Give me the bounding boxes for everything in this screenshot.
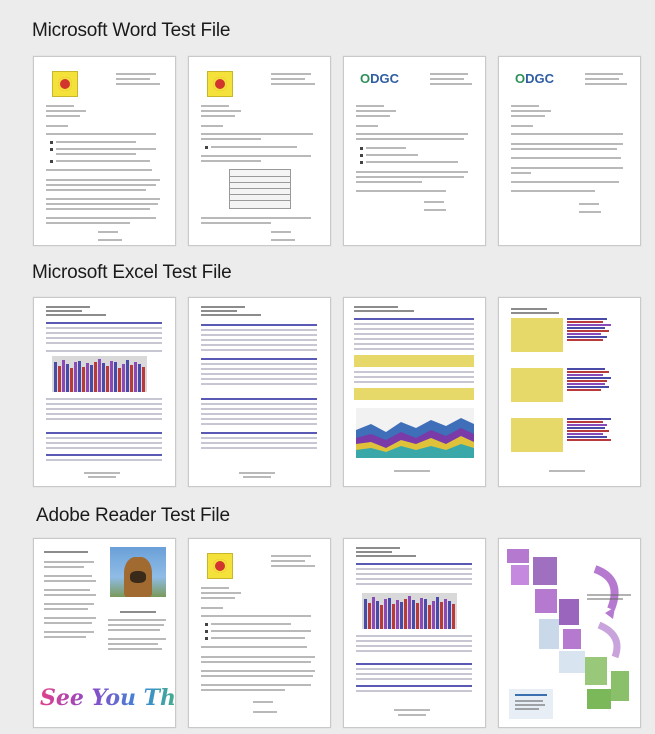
- dgc-logo: ODGC: [360, 71, 400, 86]
- data-table: [229, 169, 291, 209]
- word-thumbnail-4[interactable]: ODGC: [498, 56, 641, 246]
- flowchart-diagram: [507, 549, 631, 719]
- word-thumbnail-1[interactable]: [33, 56, 176, 246]
- adobe-thumbnail-4[interactable]: [498, 538, 641, 728]
- adobe-thumbnail-3[interactable]: [343, 538, 486, 728]
- word-thumbnail-3[interactable]: ODGC: [343, 56, 486, 246]
- excel-thumbnail-1[interactable]: [33, 297, 176, 487]
- company-logo: [207, 71, 233, 97]
- bar-chart: [52, 356, 147, 392]
- section-title-word: Microsoft Word Test File: [32, 20, 231, 41]
- company-logo: [207, 553, 233, 579]
- bar-chart: [362, 593, 457, 629]
- see-you-there-text: See You There!!!: [40, 685, 175, 711]
- excel-thumbnail-4[interactable]: [498, 297, 641, 487]
- area-chart: [356, 408, 474, 458]
- section-title-excel: Microsoft Excel Test File: [32, 262, 232, 283]
- excel-thumbnail-3[interactable]: [343, 297, 486, 487]
- adobe-thumbnail-1[interactable]: See You There!!!: [33, 538, 176, 728]
- excel-thumbnail-2[interactable]: [188, 297, 331, 487]
- section-title-adobe: Adobe Reader Test File: [36, 505, 230, 526]
- dgc-logo: ODGC: [515, 71, 555, 86]
- dog-photo: [110, 547, 166, 597]
- company-logo: [52, 71, 78, 97]
- word-thumbnail-2[interactable]: [188, 56, 331, 246]
- adobe-thumbnail-2[interactable]: [188, 538, 331, 728]
